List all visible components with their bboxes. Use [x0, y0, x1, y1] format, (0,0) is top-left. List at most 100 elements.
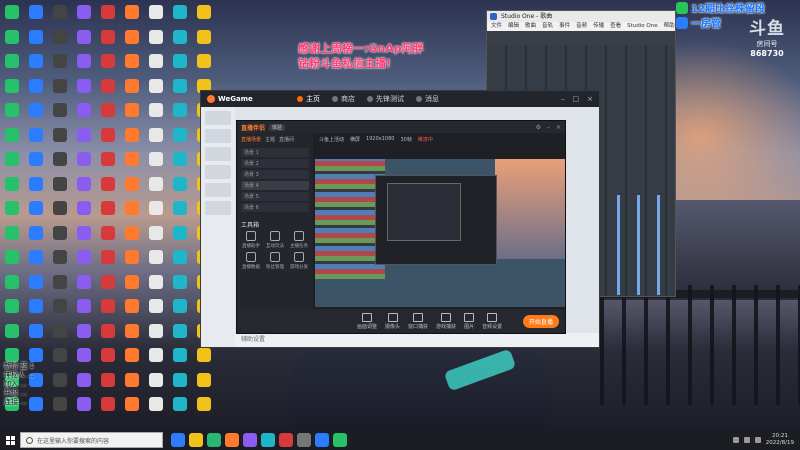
- desktop-icon[interactable]: [24, 294, 48, 318]
- desktop-icon[interactable]: [168, 221, 192, 245]
- desktop-icon[interactable]: [72, 49, 96, 73]
- desktop-icon[interactable]: [48, 245, 72, 269]
- desktop-icon[interactable]: [96, 196, 120, 220]
- desktop-icon[interactable]: [192, 368, 216, 392]
- desktop-icon[interactable]: [168, 245, 192, 269]
- desktop-icon[interactable]: [168, 49, 192, 73]
- taskbar-app-icon[interactable]: [189, 433, 203, 447]
- desktop-icon[interactable]: [72, 147, 96, 171]
- desktop-icon[interactable]: [24, 25, 48, 49]
- close-icon[interactable]: ×: [556, 124, 561, 131]
- desktop-icon[interactable]: [0, 0, 24, 24]
- desktop-icon[interactable]: [96, 147, 120, 171]
- settings-icon[interactable]: ⚙: [536, 124, 541, 131]
- desktop-icon[interactable]: [120, 270, 144, 294]
- desktop-icon[interactable]: [0, 147, 24, 171]
- desktop-icon[interactable]: [168, 343, 192, 367]
- desktop-icon[interactable]: [144, 123, 168, 147]
- bottom-tool-button[interactable]: 画面调整: [357, 312, 377, 330]
- wegame-tab[interactable]: 商店: [332, 94, 355, 104]
- desktop-icon[interactable]: [0, 319, 24, 343]
- taskbar-search[interactable]: 在这里输入你要搜索的内容: [20, 432, 163, 448]
- desktop-icon[interactable]: [48, 294, 72, 318]
- desktop-icon[interactable]: [24, 270, 48, 294]
- stream-preview[interactable]: [315, 159, 565, 307]
- maximize-icon[interactable]: □: [573, 95, 580, 103]
- desktop-icon[interactable]: [96, 270, 120, 294]
- scene-tab[interactable]: 直播间: [279, 136, 294, 143]
- desktop-icon[interactable]: [168, 368, 192, 392]
- desktop-icon[interactable]: [168, 294, 192, 318]
- desktop-icon[interactable]: [72, 270, 96, 294]
- desktop-icon[interactable]: [168, 196, 192, 220]
- clock[interactable]: 20:21 2022/8/19: [766, 433, 794, 447]
- network-icon[interactable]: [732, 437, 739, 443]
- tool-button[interactable]: 互动玩法: [263, 231, 287, 249]
- desktop-icon[interactable]: [120, 196, 144, 220]
- fader[interactable]: [637, 195, 640, 295]
- sidebar-item[interactable]: [205, 129, 231, 143]
- scene-item[interactable]: 场景 3: [241, 170, 309, 179]
- desktop-icon[interactable]: [0, 270, 24, 294]
- scene-item[interactable]: 场景 5: [241, 192, 309, 201]
- desktop-icon[interactable]: [168, 123, 192, 147]
- desktop-icon[interactable]: [120, 49, 144, 73]
- desktop-icon[interactable]: [144, 0, 168, 24]
- bottom-tool-button[interactable]: 摄像头: [385, 312, 400, 330]
- scene-item[interactable]: 场景 4: [241, 181, 309, 190]
- desktop-icon[interactable]: [72, 98, 96, 122]
- desktop-icon[interactable]: [96, 49, 120, 73]
- daw-menu-item[interactable]: Studio One: [627, 22, 657, 31]
- desktop-icon[interactable]: [24, 172, 48, 196]
- taskbar-app-icon[interactable]: [261, 433, 275, 447]
- desktop-icon[interactable]: [120, 294, 144, 318]
- desktop-icon[interactable]: [24, 221, 48, 245]
- desktop-icon[interactable]: [144, 245, 168, 269]
- desktop-icon[interactable]: [48, 147, 72, 171]
- daw-menu-item[interactable]: 文件: [491, 22, 502, 31]
- desktop-icon[interactable]: [24, 123, 48, 147]
- desktop-icon[interactable]: [72, 123, 96, 147]
- daw-menu-item[interactable]: 歌曲: [525, 22, 536, 31]
- bottom-tool-button[interactable]: 音频设置: [482, 312, 502, 330]
- desktop-icon[interactable]: [48, 221, 72, 245]
- desktop-icon[interactable]: [120, 123, 144, 147]
- desktop-icon[interactable]: [144, 25, 168, 49]
- scene-tab[interactable]: 直播场景: [241, 136, 261, 143]
- taskbar-app-icon[interactable]: [333, 433, 347, 447]
- desktop-icon[interactable]: [72, 74, 96, 98]
- taskbar-app-icon[interactable]: [297, 433, 311, 447]
- desktop-icon[interactable]: [48, 74, 72, 98]
- desktop-icon[interactable]: [96, 172, 120, 196]
- daw-menu-item[interactable]: 事件: [559, 22, 570, 31]
- desktop-icon[interactable]: [96, 74, 120, 98]
- desktop-icon[interactable]: [48, 270, 72, 294]
- desktop-icon[interactable]: [144, 319, 168, 343]
- scene-item[interactable]: 场景 1: [241, 148, 309, 157]
- desktop-icon[interactable]: [0, 74, 24, 98]
- tool-button[interactable]: 直播数据: [239, 252, 263, 270]
- taskbar-app-icon[interactable]: [315, 433, 329, 447]
- taskbar-app-icon[interactable]: [207, 433, 221, 447]
- start-button[interactable]: [0, 430, 20, 450]
- desktop-icon[interactable]: [0, 196, 24, 220]
- minimize-icon[interactable]: –: [561, 95, 565, 103]
- minimize-icon[interactable]: –: [547, 124, 550, 131]
- desktop-icon[interactable]: [168, 319, 192, 343]
- taskbar-app-icon[interactable]: [243, 433, 257, 447]
- desktop-icon[interactable]: [24, 245, 48, 269]
- desktop-icon[interactable]: [144, 221, 168, 245]
- scene-tab[interactable]: 主题: [265, 136, 275, 143]
- desktop-icon[interactable]: [96, 245, 120, 269]
- desktop-icon[interactable]: [144, 74, 168, 98]
- desktop-icon[interactable]: [48, 123, 72, 147]
- tool-button[interactable]: 主播任务: [287, 231, 311, 249]
- bottom-tool-button[interactable]: 窗口捕获: [408, 312, 428, 330]
- desktop-icon[interactable]: [96, 98, 120, 122]
- desktop-icon[interactable]: [96, 25, 120, 49]
- desktop-icon[interactable]: [120, 319, 144, 343]
- bottom-tool-button[interactable]: 游戏捕获: [436, 312, 456, 330]
- desktop-icon[interactable]: [120, 74, 144, 98]
- desktop-icon[interactable]: [120, 245, 144, 269]
- daw-menu-item[interactable]: 音轨: [542, 22, 553, 31]
